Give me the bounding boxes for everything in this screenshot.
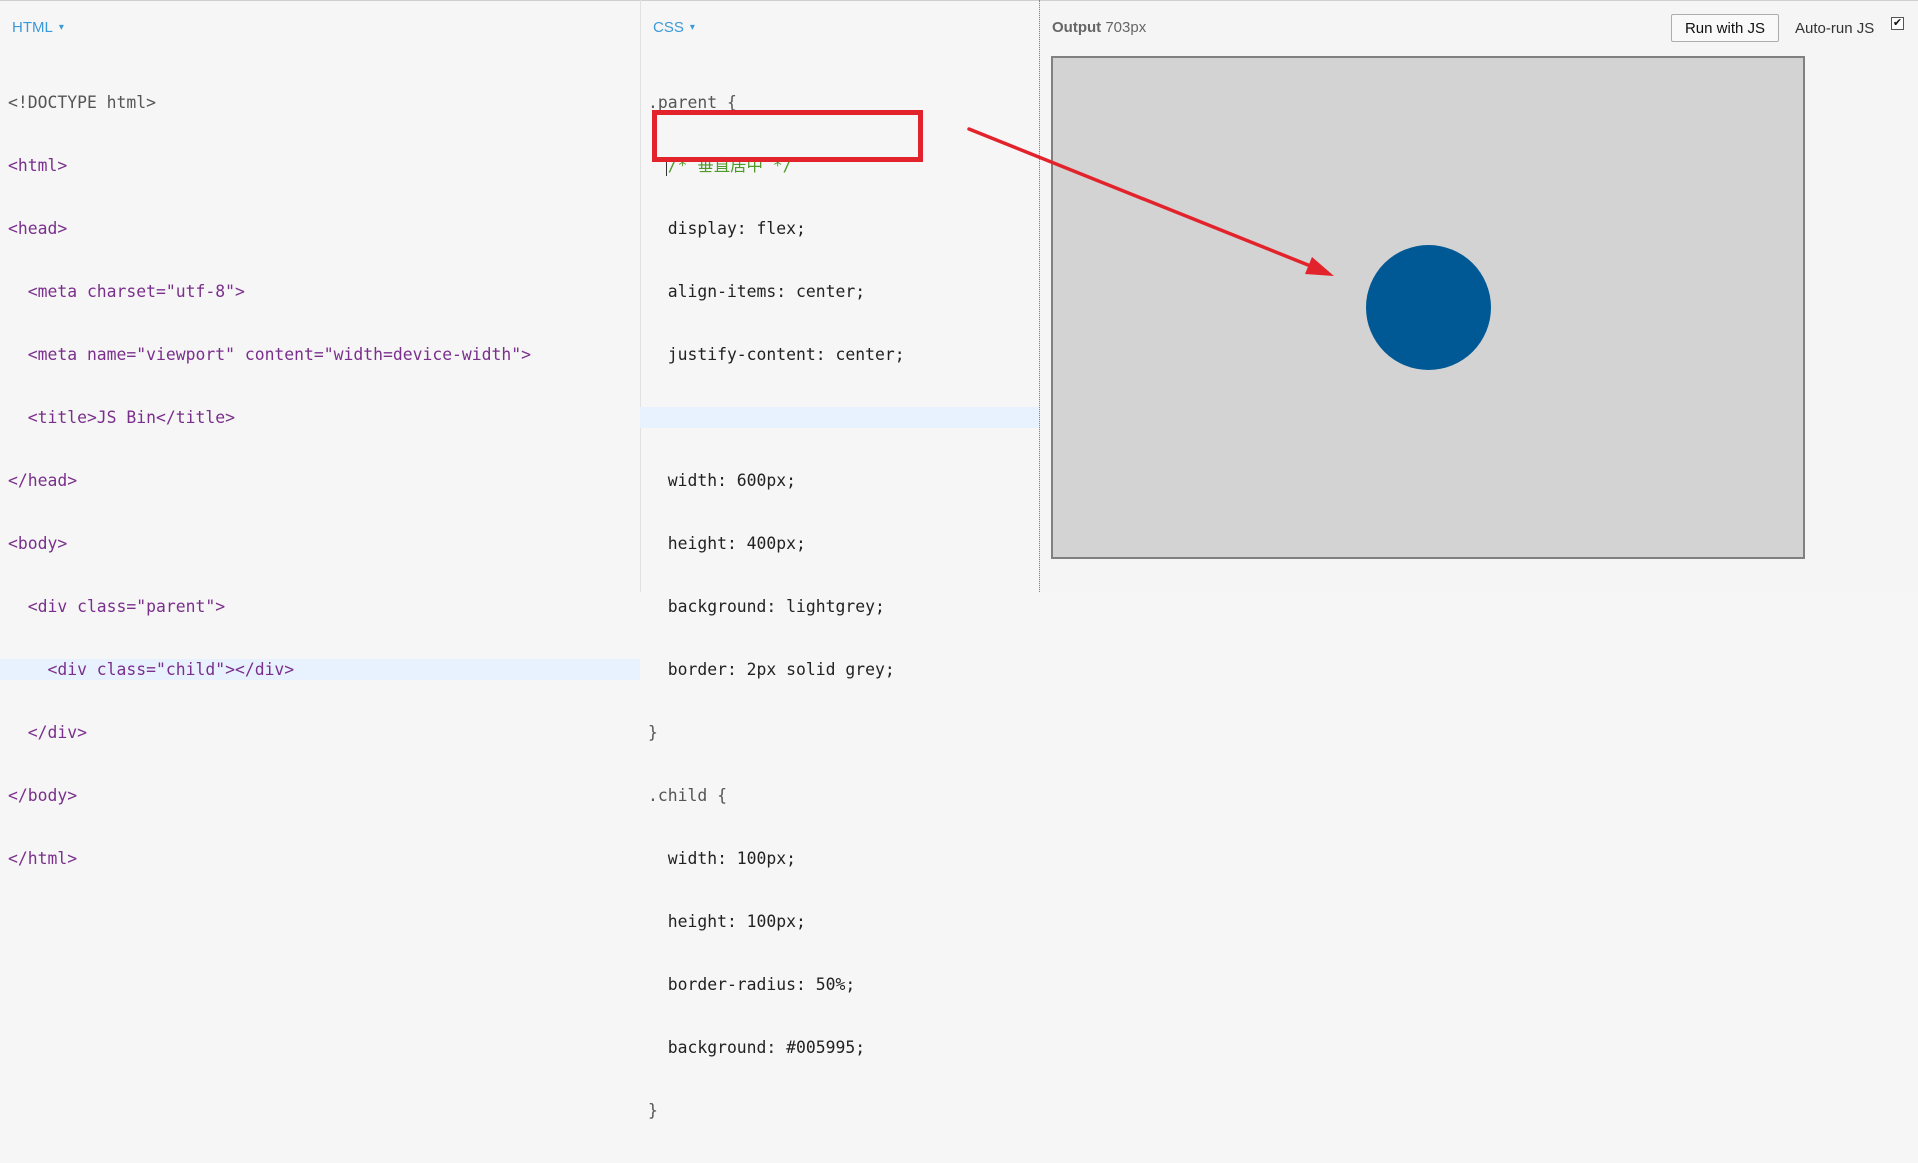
code-text: <meta name="viewport" content="width=dev… <box>8 345 532 364</box>
code-text: </head> <box>8 471 78 490</box>
code-line: </div> <box>8 722 640 743</box>
output-child-circle <box>1365 245 1491 370</box>
code-text: align-items: center; <box>648 282 866 301</box>
code-line: height: 400px; <box>648 533 1039 554</box>
auto-run-js-checkbox[interactable]: ✔ <box>1891 17 1904 30</box>
code-text: width: 600px; <box>648 471 797 490</box>
code-text: </div> <box>8 723 87 742</box>
code-text: <div class="child"></div> <box>8 660 295 679</box>
html-panel-label: HTML <box>12 19 53 36</box>
code-text: border-radius: 50%; <box>648 975 856 994</box>
output-title: Output <box>1052 19 1102 36</box>
code-line: <meta name="viewport" content="width=dev… <box>8 344 640 365</box>
code-line: </head> <box>8 470 640 491</box>
code-text: <div class="parent"> <box>8 597 226 616</box>
code-line: width: 600px; <box>648 470 1039 491</box>
run-with-js-button[interactable]: Run with JS <box>1671 14 1779 42</box>
code-line: width: 100px; <box>648 848 1039 869</box>
code-line: border-radius: 50%; <box>648 974 1039 995</box>
code-text: } <box>648 723 658 742</box>
code-line-active: <div class="child"></div> <box>0 659 640 680</box>
code-line: <body> <box>8 533 640 554</box>
text-cursor <box>666 158 667 176</box>
output-divider[interactable] <box>1039 0 1040 592</box>
code-text: border: 2px solid grey; <box>648 660 895 679</box>
html-editor-panel[interactable]: HTML ▾ <!DOCTYPE html> <html> <head> <met… <box>0 1 640 868</box>
html-panel-toggle[interactable]: HTML ▾ <box>12 19 64 36</box>
code-line: </html> <box>8 848 640 869</box>
code-text: background: lightgrey; <box>648 597 885 616</box>
code-comment: /* 垂直居中 */ <box>648 156 793 175</box>
code-line: </body> <box>8 785 640 806</box>
code-text: <title>JS Bin</title> <box>8 408 235 427</box>
code-line: } <box>648 1100 1039 1121</box>
code-line: <title>JS Bin</title> <box>8 407 640 428</box>
html-code-editor[interactable]: <!DOCTYPE html> <html> <head> <meta char… <box>0 50 640 911</box>
code-line: display: flex; <box>648 218 1039 239</box>
code-text: .child { <box>648 786 727 805</box>
code-line: <meta charset="utf-8"> <box>8 281 640 302</box>
code-text: <html> <box>8 156 68 175</box>
code-line: height: 100px; <box>648 911 1039 932</box>
code-text: <head> <box>8 219 68 238</box>
code-text: width: 100px; <box>648 849 797 868</box>
code-text: display: flex; <box>648 219 806 238</box>
code-line: border: 2px solid grey; <box>648 659 1039 680</box>
code-line: .child { <box>648 785 1039 806</box>
css-panel-label: CSS <box>653 19 684 36</box>
code-line: .parent { <box>648 92 1039 113</box>
output-width: 703px <box>1105 19 1147 36</box>
code-line-active <box>640 407 1039 428</box>
css-panel-toggle[interactable]: CSS ▾ <box>653 19 695 36</box>
output-panel: Output 703px Run with JS Auto-run JS ✔ <box>1041 1 1918 592</box>
chevron-down-icon: ▾ <box>689 22 695 33</box>
code-text: <meta charset="utf-8"> <box>8 282 245 301</box>
code-line: background: #005995; <box>648 1037 1039 1058</box>
output-label: Output 703px <box>1052 19 1146 36</box>
css-editor-panel[interactable]: CSS ▾ .parent { /* 垂直居中 */ display: flex;… <box>640 1 1039 1120</box>
code-text: height: 400px; <box>648 534 806 553</box>
code-text: justify-content: center; <box>648 345 905 364</box>
code-text: .parent { <box>648 93 737 112</box>
code-text: <!DOCTYPE html> <box>8 93 157 112</box>
code-text: </html> <box>8 849 78 868</box>
code-line: background: lightgrey; <box>648 596 1039 617</box>
code-line: align-items: center; <box>648 281 1039 302</box>
chevron-down-icon: ▾ <box>58 22 64 33</box>
code-line: <div class="parent"> <box>8 596 640 617</box>
code-line: <head> <box>8 218 640 239</box>
code-text: background: #005995; <box>648 1038 866 1057</box>
css-code-editor[interactable]: .parent { /* 垂直居中 */ display: flex; alig… <box>640 50 1039 1163</box>
code-line: justify-content: center; <box>648 344 1039 365</box>
code-text: </body> <box>8 786 78 805</box>
code-line: /* 垂直居中 */ <box>648 155 1039 176</box>
code-text: height: 100px; <box>648 912 806 931</box>
code-line: <html> <box>8 155 640 176</box>
code-text: <body> <box>8 534 68 553</box>
output-parent-box <box>1051 56 1805 559</box>
auto-run-js-label[interactable]: Auto-run JS <box>1795 20 1874 37</box>
code-line: <!DOCTYPE html> <box>8 92 640 113</box>
code-text: } <box>648 1101 658 1120</box>
code-line: } <box>648 722 1039 743</box>
